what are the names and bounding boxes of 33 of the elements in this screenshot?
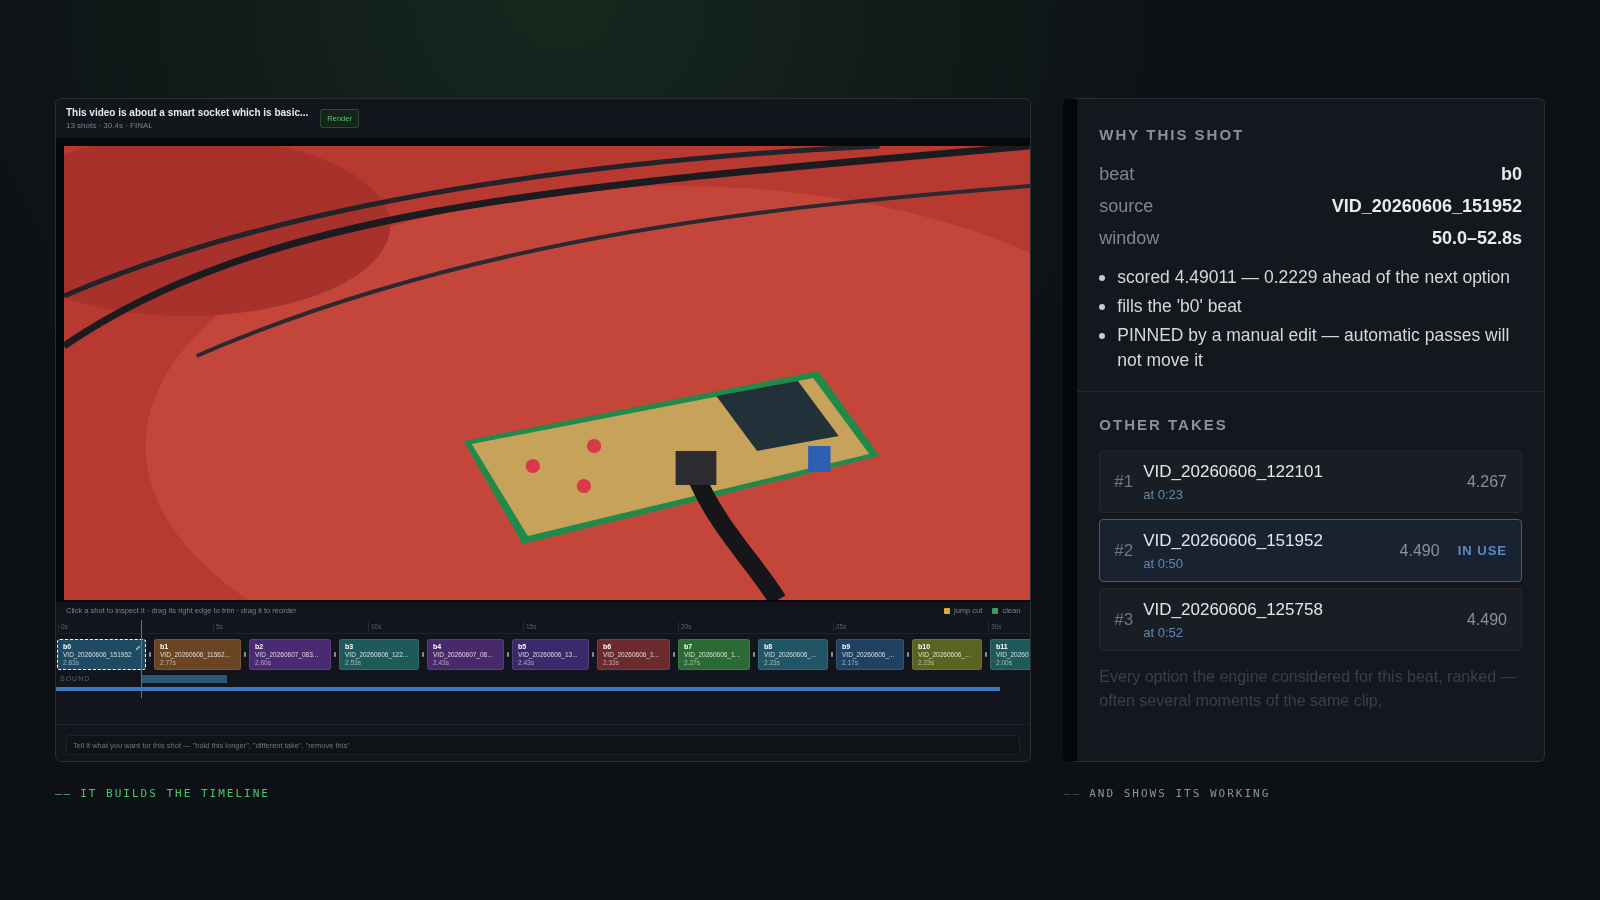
section-heading: OTHER TAKES [1099,414,1229,435]
in-use-label: IN USE [1457,541,1507,560]
take-score: 4.267 [1466,471,1507,492]
fact-value: VID_20260606_151952 [1331,195,1522,218]
fact-label: source [1099,195,1154,218]
video-title: This video is about a smart socket which is basic... [66,106,309,120]
bullet-icon [1099,274,1106,281]
take-clip: VID_20260606_125758 [1143,599,1324,621]
video-meta: 13 shots · 30.4s · FINAL [66,120,154,132]
take-rank: #1 [1114,470,1134,493]
reason-text: scored 4.49011 — 0.2229 ahead of the next option [1117,265,1511,289]
fact-value: 50.0–52.8s [1431,227,1522,250]
take-time: at 0:52 [1143,623,1184,642]
take-score: 4.490 [1399,540,1440,561]
fact-label: beat [1099,163,1135,186]
take-rank: #3 [1114,608,1134,631]
reason-text: fills the 'b0' beat [1117,294,1242,318]
take-clip: VID_20260606_122101 [1143,461,1324,483]
dash-rule: —— [55,786,73,802]
section-heading: WHY THIS SHOT [1099,125,1246,145]
take-score: 4.490 [1466,609,1507,630]
take-rank: #2 [1114,539,1134,562]
dash-rule: —— [1064,786,1082,802]
caption-text: IT BUILDS THE TIMELINE [80,786,270,802]
fact-label: window [1099,227,1160,250]
caption-text: AND SHOWS ITS WORKING [1089,786,1271,802]
take-clip: VID_20260606_151952 [1143,530,1324,552]
take-time: at 0:23 [1143,485,1184,504]
reason-text: PINNED by a manual edit — automatic passes will not move it [1117,323,1511,372]
bullet-icon [1099,332,1106,339]
fact-value: b0 [1501,163,1522,186]
bullet-icon [1099,303,1106,310]
take-time: at 0:50 [1143,554,1184,573]
